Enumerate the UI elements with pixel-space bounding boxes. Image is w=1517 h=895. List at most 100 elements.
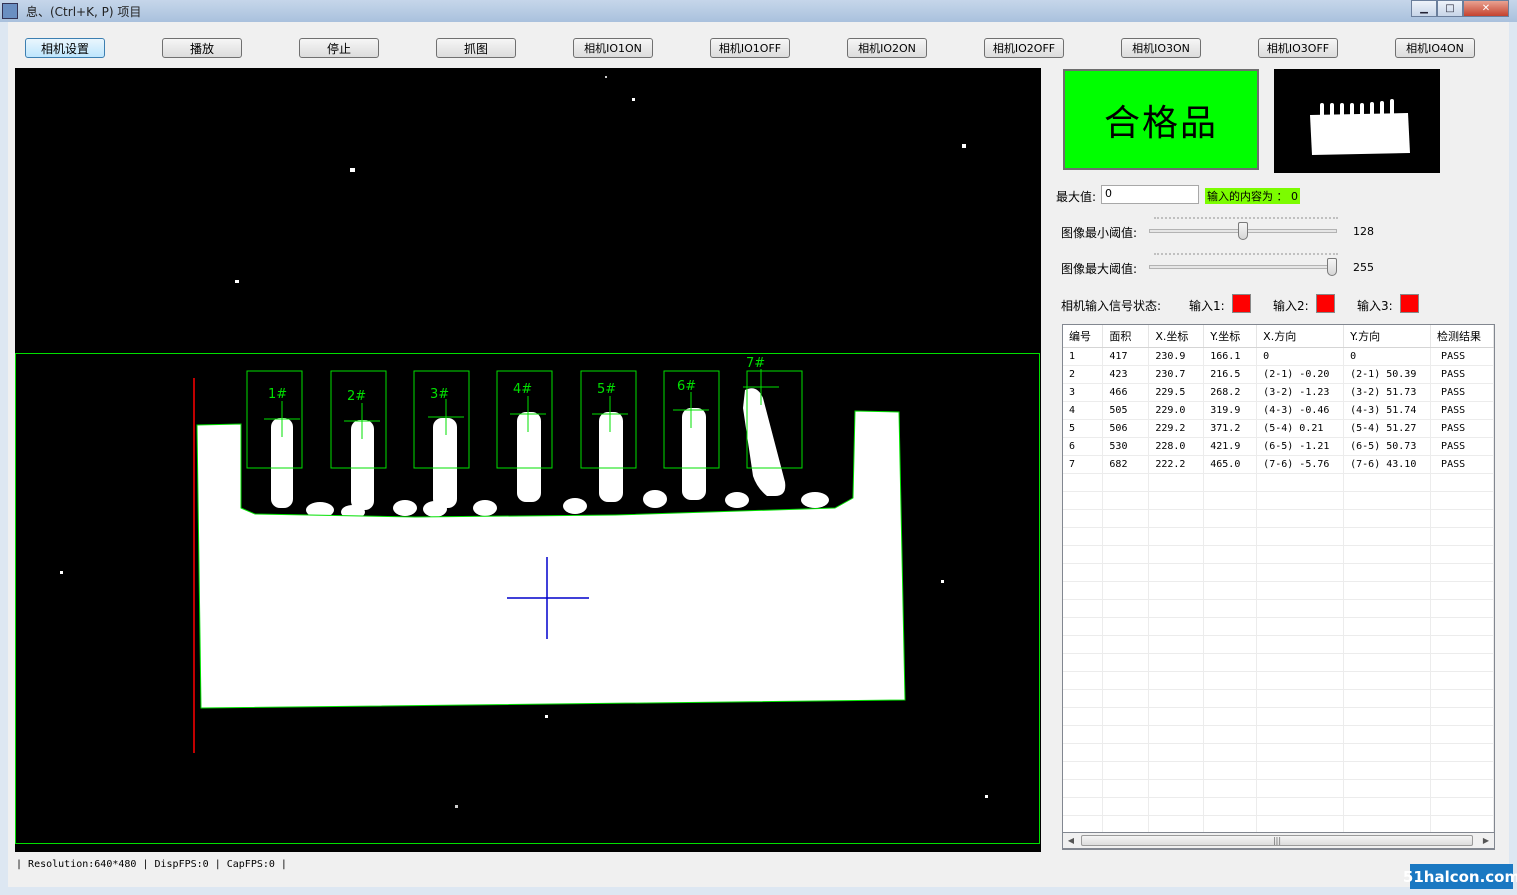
table-cell [1148, 563, 1205, 582]
table-row[interactable] [1063, 527, 1494, 546]
col-header-x[interactable]: X.坐标 [1148, 325, 1205, 348]
close-icon[interactable]: ✕ [1463, 0, 1509, 17]
col-header-y[interactable]: Y.坐标 [1203, 325, 1258, 348]
table-cell [1148, 509, 1205, 528]
table-row[interactable]: 4 505 229.0 319.9 (4-3) -0.46 (4-3) 51.74 PASS [1063, 401, 1494, 420]
table-cell [1063, 617, 1104, 636]
table-cell [1343, 761, 1432, 780]
table-row[interactable] [1063, 671, 1494, 690]
table-cell [1102, 491, 1150, 510]
table-cell: PASS [1430, 437, 1494, 456]
min-threshold-slider-thumb[interactable] [1238, 222, 1249, 240]
watermark-logo: 51halcon.com [1403, 864, 1517, 889]
table-cell [1102, 761, 1150, 780]
table-row[interactable] [1063, 779, 1494, 798]
table-row[interactable] [1063, 761, 1494, 780]
table-row[interactable] [1063, 509, 1494, 528]
table-row[interactable] [1063, 707, 1494, 726]
table-cell: PASS [1430, 347, 1494, 366]
table-row[interactable] [1063, 797, 1494, 816]
stop-button[interactable]: 停止 [299, 38, 379, 58]
input2-label: 输入2: [1273, 299, 1309, 313]
table-row[interactable] [1063, 581, 1494, 600]
table-row[interactable]: 6 530 228.0 421.9 (6-5) -1.21 (6-5) 50.73 PASS [1063, 437, 1494, 456]
table-cell [1102, 545, 1150, 564]
col-header-x-dir[interactable]: X.方向 [1256, 325, 1345, 348]
max-threshold-track[interactable] [1149, 265, 1337, 269]
table-cell [1102, 563, 1150, 582]
results-grid[interactable]: 编号 面积 X.坐标 Y.坐标 X.方向 Y.方向 检测结果 1 417 230.9… [1062, 324, 1495, 850]
table-cell [1256, 509, 1345, 528]
table-cell [1203, 815, 1258, 834]
col-header-id[interactable]: 编号 [1063, 325, 1104, 348]
table-row[interactable] [1063, 815, 1494, 834]
table-cell: PASS [1430, 383, 1494, 402]
table-row[interactable] [1063, 689, 1494, 708]
table-row[interactable] [1063, 653, 1494, 672]
table-row[interactable]: 1 417 230.9 166.1 0 0 PASS [1063, 347, 1494, 366]
table-row[interactable]: 3 466 229.5 268.2 (3-2) -1.23 (3-2) 51.73 PASS [1063, 383, 1494, 402]
table-row[interactable] [1063, 491, 1494, 510]
table-cell: 228.0 [1148, 437, 1205, 456]
table-cell [1063, 473, 1104, 492]
table-cell [1102, 671, 1150, 690]
table-row[interactable] [1063, 473, 1494, 492]
table-cell [1148, 815, 1205, 834]
status-cap-fps: CapFPS:0 [226, 859, 275, 870]
camera-settings-button[interactable]: 相机设置 [25, 38, 105, 58]
table-cell [1148, 689, 1205, 708]
col-header-y-dir[interactable]: Y.方向 [1343, 325, 1432, 348]
max-threshold-slider-thumb[interactable] [1327, 258, 1337, 276]
table-cell [1102, 743, 1150, 762]
io2-off-button[interactable]: 相机IO2OFF [984, 38, 1064, 58]
table-row[interactable] [1063, 635, 1494, 654]
table-cell [1102, 509, 1150, 528]
table-cell [1063, 599, 1104, 618]
table-cell [1203, 725, 1258, 744]
max-value-input[interactable]: 0 [1101, 185, 1199, 204]
io1-on-button[interactable]: 相机IO1ON [573, 38, 653, 58]
minimize-icon[interactable]: ▁ [1411, 0, 1437, 17]
play-button[interactable]: 播放 [162, 38, 242, 58]
table-cell: (3-2) -1.23 [1256, 383, 1345, 402]
table-cell [1343, 491, 1432, 510]
table-cell [1256, 491, 1345, 510]
table-cell [1430, 815, 1494, 834]
scroll-right-icon[interactable]: ▶ [1478, 833, 1494, 848]
table-cell [1063, 671, 1104, 690]
table-row[interactable]: 2 423 230.7 216.5 (2-1) -0.20 (2-1) 50.39 PASS [1063, 365, 1494, 384]
io3-on-button[interactable]: 相机IO3ON [1121, 38, 1201, 58]
table-cell [1256, 635, 1345, 654]
table-cell [1148, 545, 1205, 564]
table-row[interactable] [1063, 545, 1494, 564]
table-cell: 230.9 [1148, 347, 1205, 366]
window-title: 息、(Ctrl+K, P) 项目 [26, 5, 142, 19]
io4-on-button[interactable]: 相机IO4ON [1395, 38, 1475, 58]
table-row[interactable]: 7 682 222.2 465.0 (7-6) -5.76 (7-6) 43.10 PASS [1063, 455, 1494, 474]
table-row[interactable] [1063, 599, 1494, 618]
scroll-left-icon[interactable]: ◀ [1063, 833, 1079, 848]
table-cell [1203, 581, 1258, 600]
grid-horizontal-scrollbar[interactable]: ◀ ||| ▶ [1062, 832, 1495, 849]
io2-on-button[interactable]: 相机IO2ON [847, 38, 927, 58]
maximize-icon[interactable]: □ [1437, 0, 1463, 17]
table-cell [1430, 725, 1494, 744]
io3-off-button[interactable]: 相机IO3OFF [1258, 38, 1338, 58]
table-row[interactable] [1063, 563, 1494, 582]
col-header-result[interactable]: 检测结果 [1430, 325, 1494, 348]
table-cell [1102, 707, 1150, 726]
io1-off-button[interactable]: 相机IO1OFF [710, 38, 790, 58]
table-cell [1430, 545, 1494, 564]
camera-image-view[interactable]: 1# 2# 3# 4# 5# 6# 7# [15, 68, 1041, 852]
table-cell [1256, 797, 1345, 816]
table-cell [1102, 779, 1150, 798]
table-cell [1102, 635, 1150, 654]
table-row[interactable] [1063, 725, 1494, 744]
col-header-area[interactable]: 面积 [1102, 325, 1150, 348]
scroll-thumb[interactable]: ||| [1081, 835, 1473, 846]
table-row[interactable] [1063, 617, 1494, 636]
capture-button[interactable]: 抓图 [436, 38, 516, 58]
table-row[interactable] [1063, 743, 1494, 762]
table-row[interactable]: 5 506 229.2 371.2 (5-4) 0.21 (5-4) 51.27 PASS [1063, 419, 1494, 438]
table-cell [1430, 527, 1494, 546]
